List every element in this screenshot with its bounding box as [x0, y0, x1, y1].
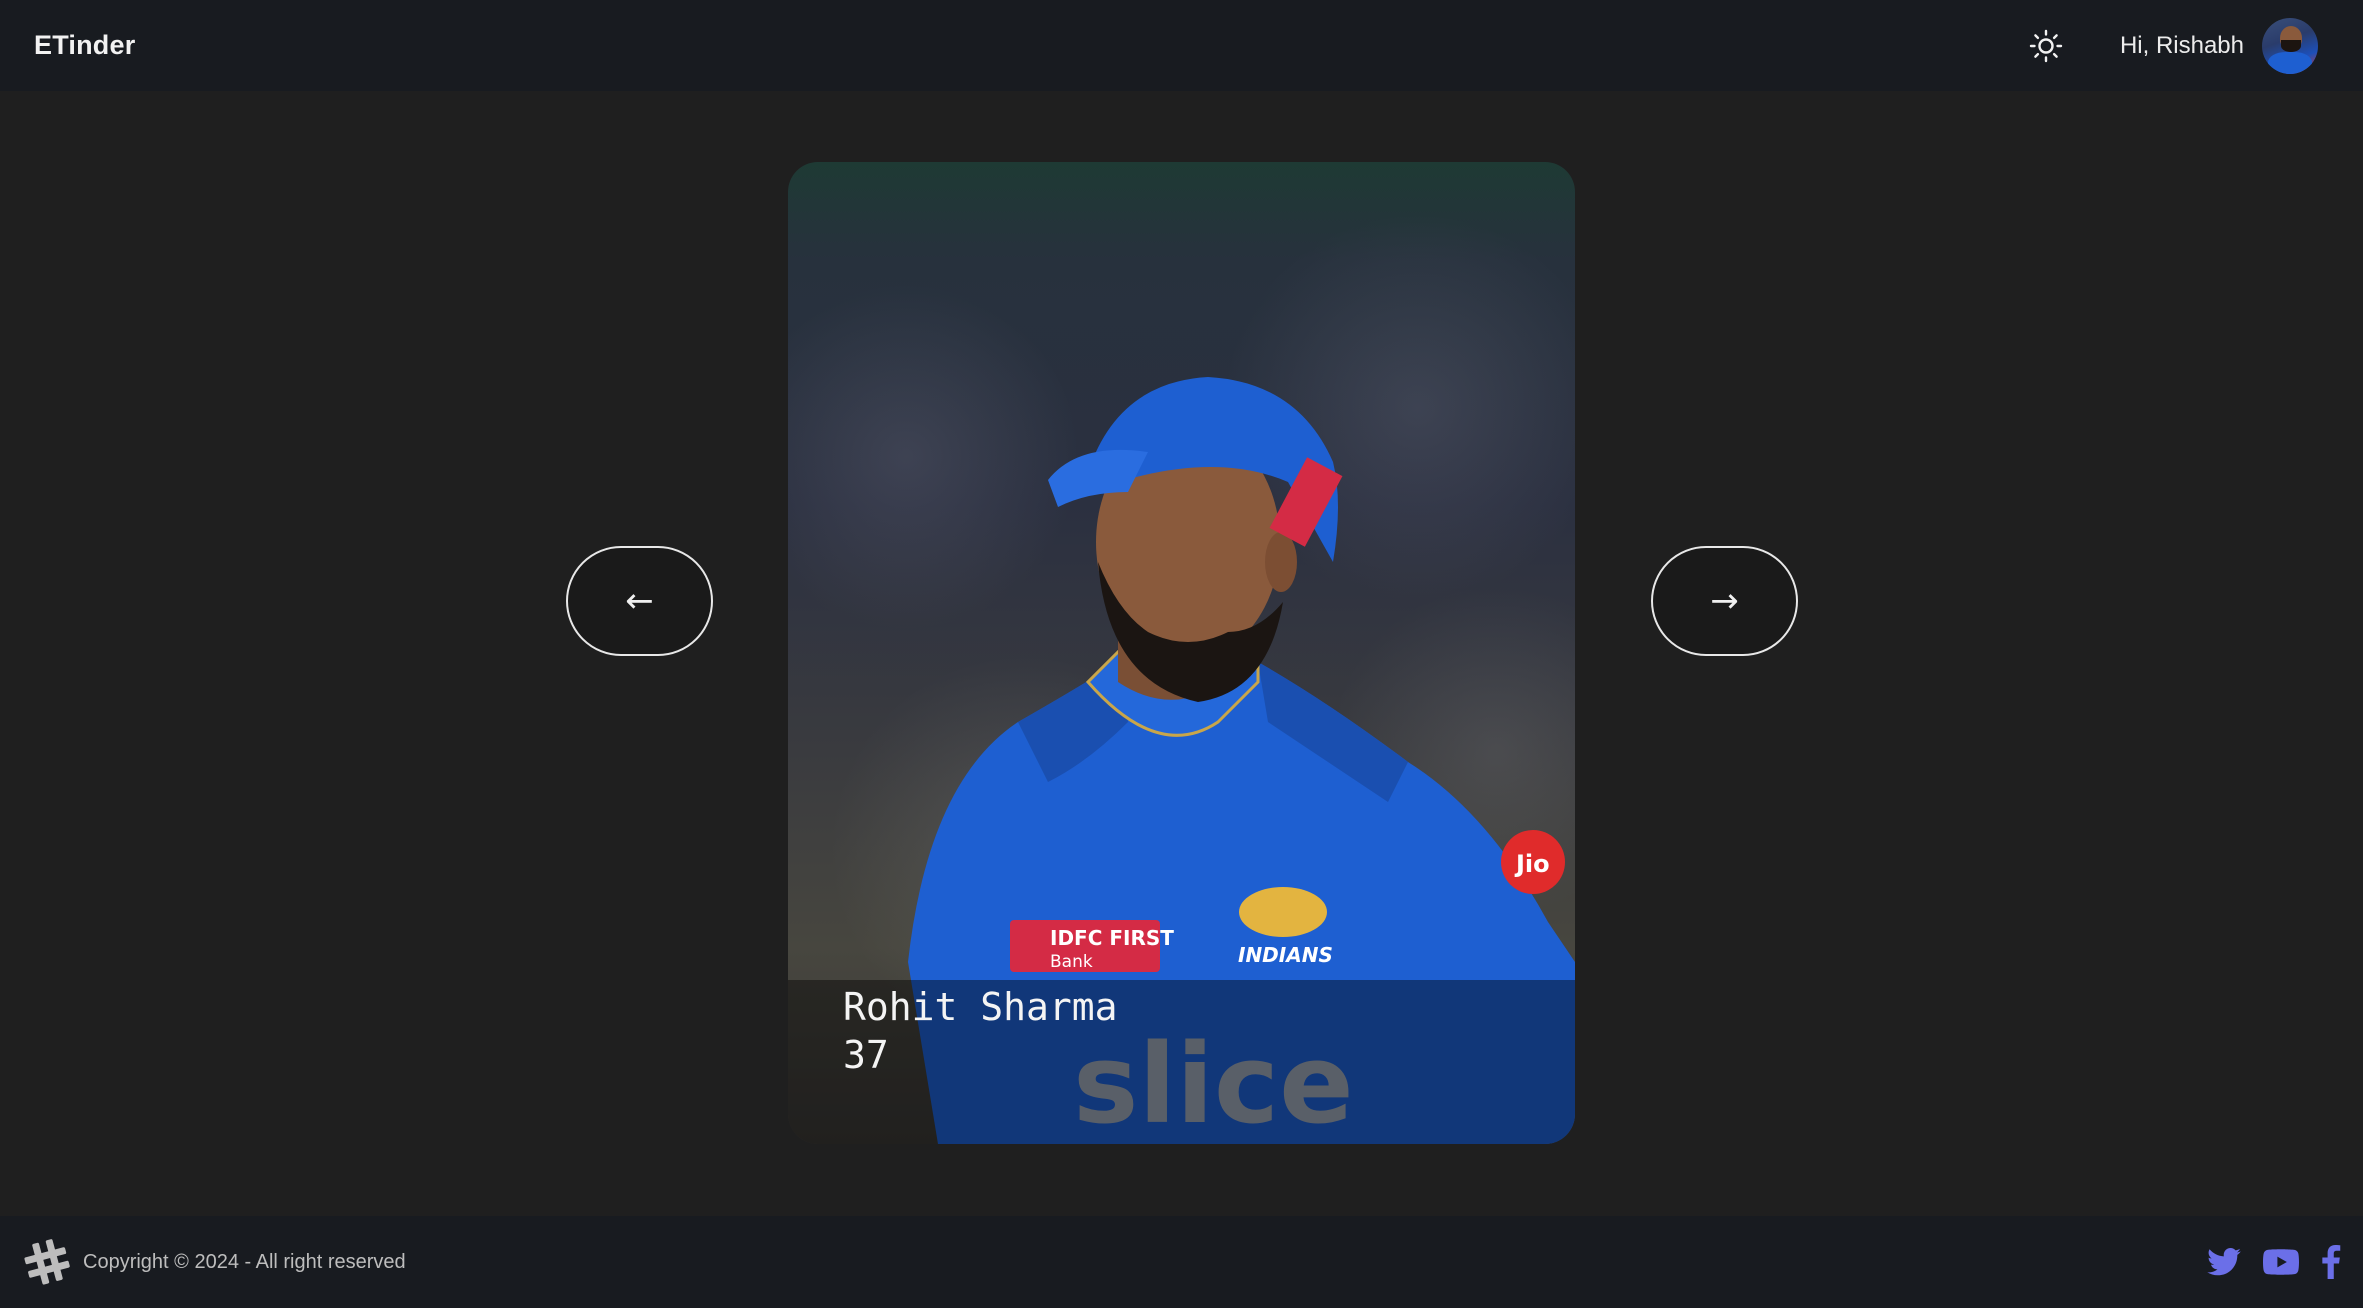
youtube-link[interactable] [2263, 1249, 2299, 1275]
profile-age: 37 [843, 1033, 889, 1077]
facebook-link[interactable] [2321, 1245, 2341, 1279]
top-navbar: ETinder Hi, Rishabh [0, 0, 2363, 91]
next-profile-button[interactable]: → [1651, 546, 1798, 656]
svg-text:Jio: Jio [1514, 850, 1550, 878]
profile-card[interactable]: IDFC FIRST Bank INDIANS Jio slice Rohit … [788, 162, 1575, 1144]
avatar-beard [2281, 39, 2301, 52]
brand-logo-text[interactable]: ETinder [34, 30, 135, 61]
user-avatar[interactable] [2262, 17, 2318, 74]
svg-text:INDIANS: INDIANS [1238, 943, 1333, 967]
twitter-link[interactable] [2207, 1248, 2241, 1276]
copyright-text: Copyright © 2024 - All right reserved [83, 1250, 406, 1273]
twitter-icon [2207, 1248, 2241, 1276]
hashtag-logo-icon [24, 1239, 70, 1285]
page-footer: Copyright © 2024 - All right reserved [0, 1216, 2363, 1308]
youtube-icon [2263, 1249, 2299, 1275]
avatar-shirt [2268, 51, 2312, 74]
sun-icon [2029, 29, 2063, 62]
svg-text:Bank: Bank [1050, 952, 1093, 972]
profile-name: Rohit Sharma [843, 985, 1118, 1029]
social-links [2185, 1245, 2341, 1279]
svg-text:IDFC FIRST: IDFC FIRST [1050, 926, 1174, 950]
facebook-icon [2322, 1245, 2341, 1279]
user-greeting: Hi, Rishabh [2119, 31, 2244, 59]
previous-profile-button[interactable]: ← [566, 546, 713, 656]
theme-toggle-button[interactable] [2026, 26, 2066, 66]
profile-caption: Rohit Sharma 37 [788, 980, 1575, 1144]
navbar-right: Hi, Rishabh [2026, 17, 2329, 74]
